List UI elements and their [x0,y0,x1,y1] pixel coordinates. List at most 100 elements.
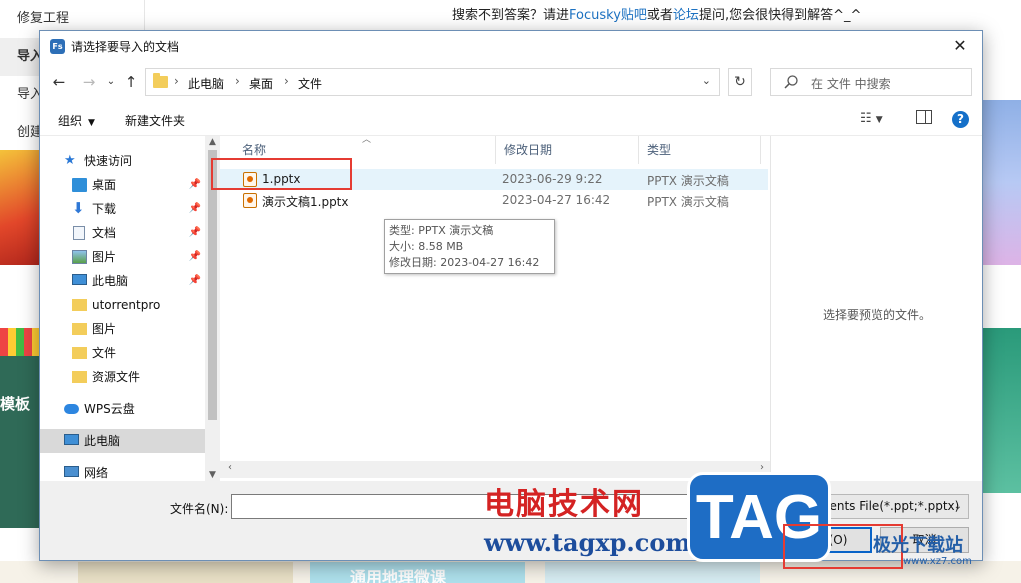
file-type: PPTX 演示文稿 [647,174,729,188]
watermark-partner: 极光下载站 [873,535,963,556]
scroll-left-icon[interactable]: ‹ [228,462,232,473]
scroll-down-icon[interactable]: ▼ [207,470,218,480]
chevron-down-icon: ⌄ [953,501,962,512]
nav-resources-folder[interactable]: 资源文件 [40,365,205,389]
column-header-date[interactable]: 修改日期 [496,136,639,164]
caret-down-icon: ▼ [88,118,95,128]
breadcrumb-desktop[interactable]: 桌面 [249,75,273,92]
address-bar[interactable]: › 此电脑 › 桌面 › 文件 ⌄ [145,68,720,96]
pin-icon: 📌 [188,203,201,214]
breadcrumb-files[interactable]: 文件 [298,75,322,92]
nav-label: 图片 [92,322,117,336]
pin-icon: 📌 [188,275,201,286]
help-icon[interactable]: ? [952,111,969,128]
nav-wps-cloud[interactable]: WPS云盘 [40,397,205,421]
forum-link-1[interactable]: Focusky贴吧 [569,8,647,23]
recent-locations-icon[interactable]: ⌄ [100,71,122,93]
watermark-site-url: www.tagxp.com [484,528,691,557]
scroll-up-icon[interactable]: ▲ [207,137,218,147]
command-toolbar: 组织 ▼ 新建文件夹 ☷ ▼ ? [40,102,982,136]
forum-link-2[interactable]: 论坛 [673,8,699,23]
preview-pane-icon[interactable] [916,110,932,124]
nav-network[interactable]: 网络 [40,461,205,481]
computer-icon [72,274,87,285]
organize-label: 组织 [58,114,83,128]
nav-label: 资源文件 [92,370,141,384]
nav-desktop[interactable]: 桌面 📌 [40,173,205,197]
new-folder-button[interactable]: 新建文件夹 [125,112,185,129]
breadcrumb-this-pc[interactable]: 此电脑 [188,75,224,92]
template-thumb-bottom-2[interactable]: 通用地理微课 [310,562,525,583]
template-thumb-bottom-3[interactable] [545,562,760,583]
search-placeholder: 在 文件 中搜索 [811,77,891,91]
help-banner: 搜索不到答案？请进Focusky贴吧或者论坛提问,您会很快得到解答^_^ [452,4,861,23]
refresh-icon[interactable]: ↻ [728,68,752,96]
dialog-titlebar: Fs 请选择要导入的文档 ✕ [40,31,982,62]
nav-pictures[interactable]: 图片 📌 [40,245,205,269]
file-row[interactable]: 演示文稿1.pptx 2023-04-27 16:42 PPTX 演示文稿 [220,190,768,211]
nav-this-pc-pinned[interactable]: 此电脑 📌 [40,269,205,293]
app-icon: Fs [50,39,65,54]
file-tooltip: 类型: PPTX 演示文稿 大小: 8.58 MB 修改日期: 2023-04-… [384,219,555,274]
network-icon [64,466,79,477]
navigation-bar: ← → ⌄ ↑ › 此电脑 › 桌面 › 文件 ⌄ ↻ 在 文件 中搜索 [40,62,982,102]
column-header-type[interactable]: 类型 [639,136,761,164]
template-thumb-blackboard[interactable] [0,328,40,528]
nav-documents[interactable]: 文档 📌 [40,221,205,245]
nav-label: 下载 [92,202,117,216]
computer-icon [64,434,79,445]
cloud-icon [64,404,79,414]
breadcrumb-separator-icon[interactable]: › [174,74,179,88]
search-box[interactable]: 在 文件 中搜索 [770,68,972,96]
navigation-pane: ★ 快速访问 桌面 📌 ⬇ 下载 📌 文档 📌 图片 📌 此电脑 📌 utorr… [40,136,220,481]
organize-button[interactable]: 组织 ▼ [58,112,95,129]
breadcrumb-separator-icon[interactable]: › [284,74,289,88]
folder-icon [72,371,87,383]
filename-label: 文件名(N): [170,502,229,516]
breadcrumb-separator-icon[interactable]: › [235,74,240,88]
file-name: 演示文稿1.pptx [262,195,349,209]
template-thumb-lion[interactable] [0,150,40,265]
view-options-icon[interactable]: ☷ ▼ [860,111,883,126]
up-arrow-icon[interactable]: ↑ [120,71,142,93]
watermark-partner-url: www.xz7.com [903,556,972,567]
pin-icon: 📌 [188,179,201,190]
folder-icon [72,323,87,335]
nav-this-pc[interactable]: 此电脑 [40,429,205,453]
template-gap [983,300,1021,328]
close-icon[interactable]: ✕ [942,33,978,59]
forward-arrow-icon[interactable]: → [78,71,100,93]
nav-label: utorrentpro [92,298,161,312]
tooltip-size: 大小: 8.58 MB [389,240,464,253]
template-bottom-caption: 通用地理微课 [350,568,447,583]
picture-icon [72,250,87,264]
annotation-highlight-box [211,158,352,190]
nav-label: 文件 [92,346,117,360]
help-text-mid: 或者 [646,8,673,23]
nav-label: 桌面 [92,178,117,192]
address-dropdown-icon[interactable]: ⌄ [702,74,711,87]
tooltip-type: 类型: PPTX 演示文稿 [389,224,494,237]
nav-utorrentpro[interactable]: utorrentpro [40,293,205,317]
pin-icon: 📌 [188,251,201,262]
nav-pictures-folder[interactable]: 图片 [40,317,205,341]
nav-quick-access[interactable]: ★ 快速访问 [40,149,205,173]
template-caption: 模板 [0,395,31,413]
back-arrow-icon[interactable]: ← [48,71,70,93]
template-thumb-bottom-1[interactable] [78,562,293,583]
pptx-file-icon [243,193,257,208]
nav-label: 快速访问 [84,154,133,168]
dialog-title: 请选择要导入的文档 [71,40,180,54]
nav-downloads[interactable]: ⬇ 下载 📌 [40,197,205,221]
download-icon: ⬇ [72,199,85,217]
scrollbar-thumb[interactable] [208,150,217,420]
template-thumb-purple[interactable] [983,100,1021,265]
preview-pane: 选择要预览的文件。 [770,136,982,481]
nav-label: 此电脑 [84,434,121,448]
nav-label: 图片 [92,250,117,264]
folder-icon [72,299,87,311]
template-thumb-green[interactable] [983,328,1021,493]
nav-files-folder[interactable]: 文件 [40,341,205,365]
document-icon [73,226,85,240]
file-list-hscrollbar[interactable]: ‹ › [220,461,770,478]
